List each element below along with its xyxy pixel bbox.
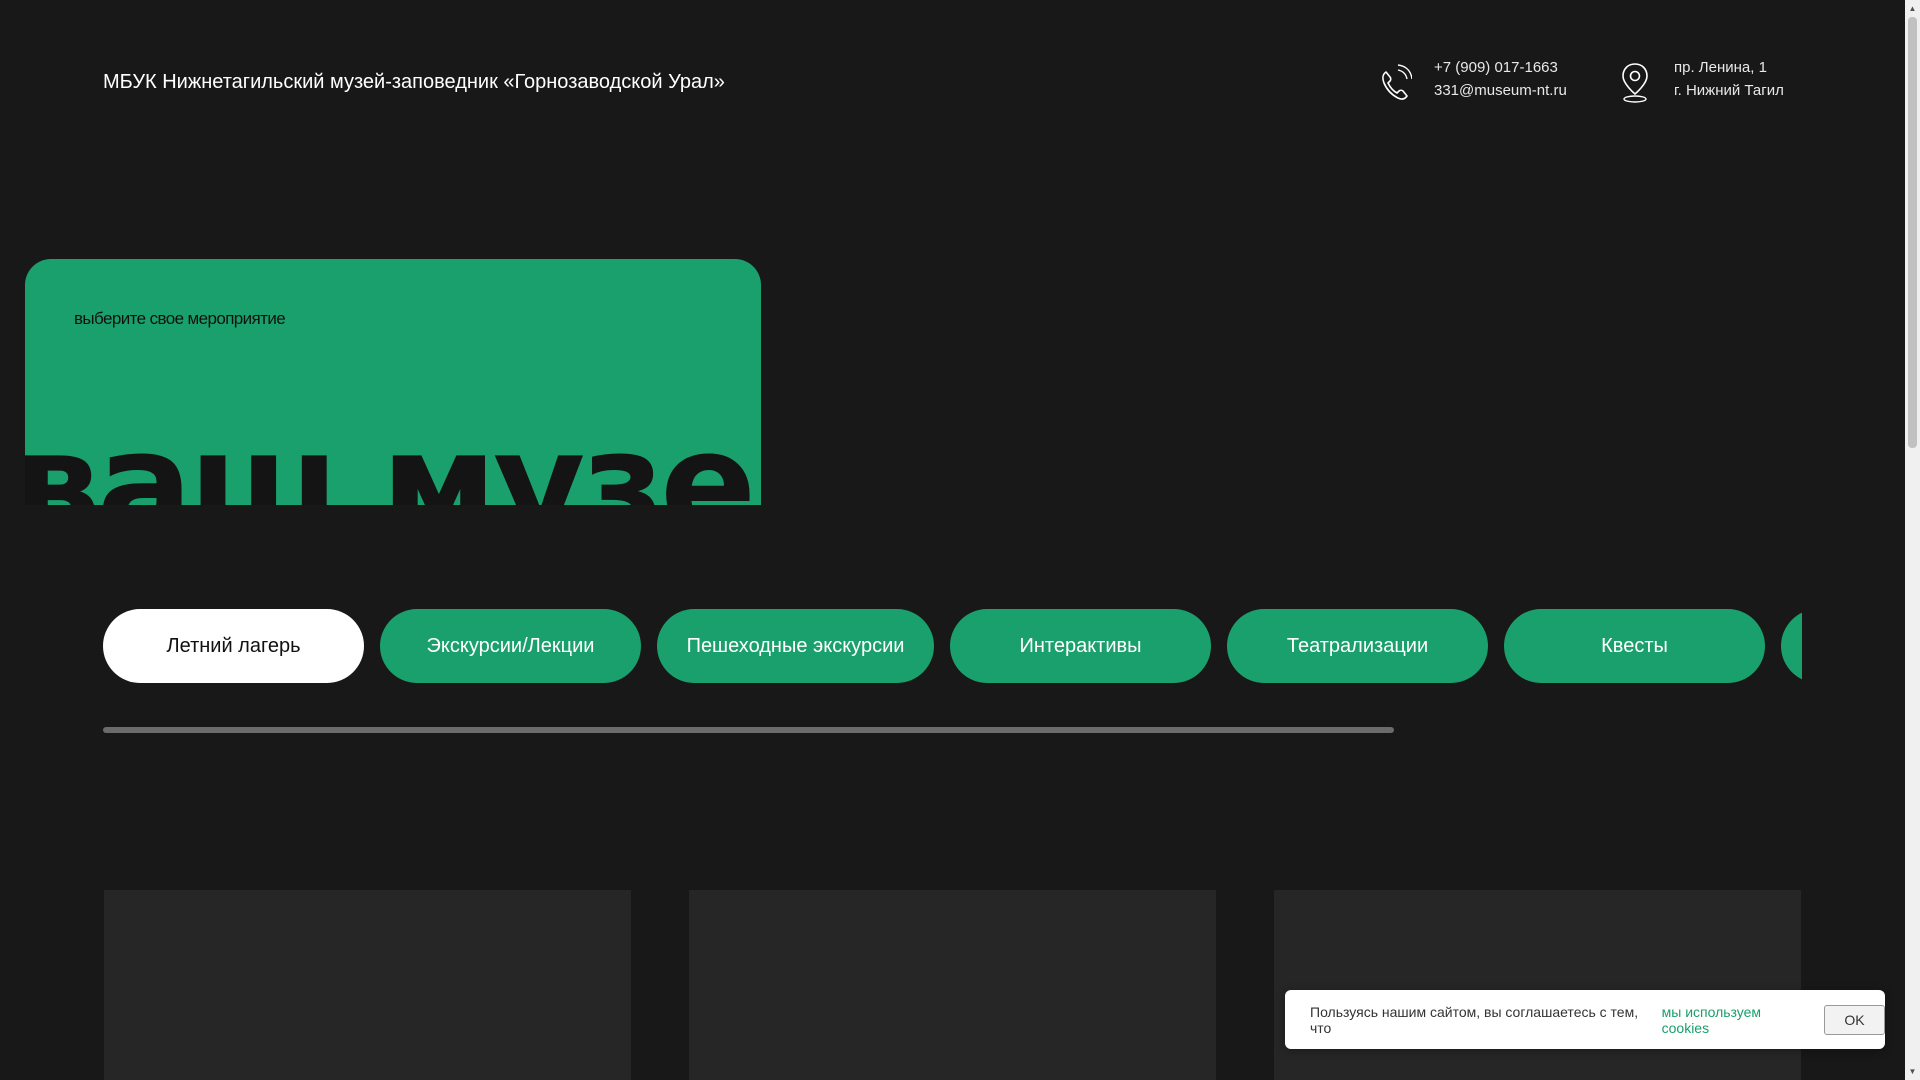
address-line-2: г. Нижний Тагил (1674, 82, 1784, 99)
tab-walking-excursions[interactable]: Пешеходные экскурсии (657, 609, 934, 683)
page-scrollbar[interactable]: ▲ ▼ (1905, 0, 1920, 1080)
location-pin-icon (1622, 63, 1648, 103)
phone-icon (1382, 64, 1412, 100)
tabs-scrollbar-thumb[interactable] (103, 727, 1395, 733)
tab-summer-camp[interactable]: Летний лагерь (103, 609, 364, 683)
hero-subtitle: выберите свое мероприятие (74, 309, 286, 328)
event-card[interactable] (1274, 890, 1801, 1080)
cookie-policy-link[interactable]: мы используем cookies (1662, 1004, 1810, 1036)
cookie-banner: Пользуясь нашим сайтом, вы соглашаетесь … (1285, 990, 1886, 1049)
phone-number[interactable]: +7 (909) 017-1663 (1434, 56, 1567, 79)
page-scrollbar-thumb[interactable] (1908, 17, 1917, 448)
org-title[interactable]: МБУК Нижнетагильский музей-заповедник «Г… (103, 68, 725, 96)
hero-big-text: ваш музей (25, 402, 761, 506)
tab-excursions-lectures[interactable]: Экскурсии/Лекции (380, 609, 641, 683)
page: МБУК Нижнетагильский музей-заповедник «Г… (0, 0, 1920, 1080)
event-card[interactable] (689, 890, 1216, 1080)
event-card[interactable] (104, 890, 631, 1080)
contact-address-block: пр. Ленина, 1 г. Нижний Тагил (1618, 56, 1784, 104)
scroll-up-icon[interactable]: ▲ (1905, 0, 1920, 17)
scroll-down-icon[interactable]: ▼ (1905, 1063, 1920, 1080)
hero-banner: выберите свое мероприятие ваш музей (25, 259, 761, 505)
cookie-ok-button[interactable]: OK (1823, 1004, 1886, 1035)
tab-theatricals[interactable]: Театрализации (1227, 609, 1488, 683)
tab-interactives[interactable]: Интерактивы (950, 609, 1211, 683)
address-line-1: пр. Ленина, 1 (1674, 59, 1767, 76)
cookie-text: Пользуясь нашим сайтом, вы соглашаетесь … (1310, 1003, 1639, 1036)
email-link[interactable]: 331@museum-nt.ru (1434, 79, 1567, 102)
tab-more[interactable] (1781, 609, 1802, 683)
tabs-scrollbar[interactable] (103, 727, 1802, 733)
contact-phone-block: +7 (909) 017-1663 331@museum-nt.ru (1378, 56, 1567, 104)
tab-quests[interactable]: Квесты (1504, 609, 1765, 683)
event-category-tabs[interactable]: Летний лагерь Экскурсии/Лекции Пешеходны… (103, 609, 1802, 683)
